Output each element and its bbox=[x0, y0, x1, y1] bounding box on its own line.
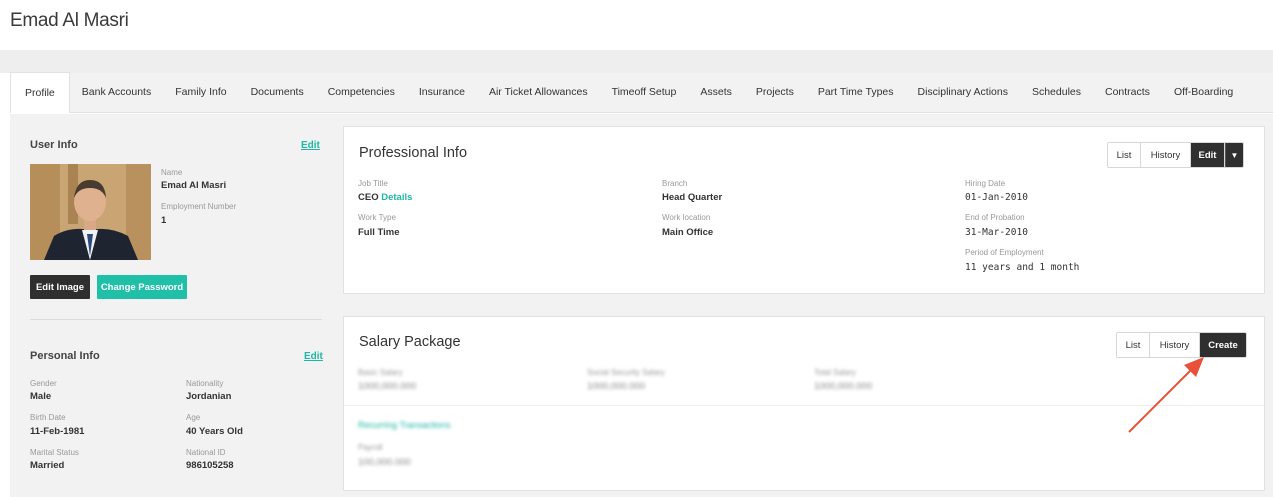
left-panel: User Info Edit Name Emad Al Masri Employ… bbox=[20, 126, 332, 497]
hiring-date-label: Hiring Date bbox=[965, 179, 1006, 188]
tab-bank-accounts[interactable]: Bank Accounts bbox=[70, 72, 163, 112]
age-label: Age bbox=[186, 413, 201, 422]
recurring-transactions-link[interactable]: Recurring Transactions bbox=[358, 420, 451, 430]
period-of-employment-value: 11 years and 1 month bbox=[965, 262, 1080, 273]
tab-off-boarding[interactable]: Off-Boarding bbox=[1162, 72, 1245, 112]
page-title: Emad Al Masri bbox=[10, 10, 129, 31]
avatar-image bbox=[30, 164, 151, 260]
professional-info-title: Professional Info bbox=[359, 145, 468, 161]
marital-status-label: Marital Status bbox=[30, 448, 79, 457]
work-type-label: Work Type bbox=[358, 213, 396, 222]
section-divider bbox=[30, 319, 322, 320]
payroll-value: 100,000.000 bbox=[358, 457, 411, 468]
tab-assets[interactable]: Assets bbox=[688, 72, 744, 112]
total-salary-label: Total Salary bbox=[814, 368, 856, 377]
profile-photo bbox=[30, 164, 151, 260]
work-location-value: Main Office bbox=[662, 227, 714, 238]
national-id-label: National ID bbox=[186, 448, 226, 457]
work-location-label: Work location bbox=[662, 213, 711, 222]
tab-insurance[interactable]: Insurance bbox=[407, 72, 477, 112]
hiring-date-value: 01-Jan-2010 bbox=[965, 192, 1028, 203]
employment-number-value: 1 bbox=[161, 215, 167, 226]
professional-info-card: Professional Info List History Edit ▼ Jo… bbox=[343, 126, 1265, 294]
national-id-value: 986105258 bbox=[186, 460, 234, 471]
name-value: Emad Al Masri bbox=[161, 180, 227, 191]
social-security-value: 1000,000.000 bbox=[587, 381, 646, 392]
payroll-label: Payroll bbox=[358, 443, 383, 452]
annotation-arrow-icon bbox=[1128, 357, 1204, 433]
job-title-value: CEO bbox=[358, 192, 379, 203]
birth-date-value: 11-Feb-1981 bbox=[30, 426, 85, 437]
tab-bar: Profile Bank Accounts Family Info Docume… bbox=[10, 72, 1273, 113]
end-of-probation-label: End of Probation bbox=[965, 213, 1025, 222]
user-info-heading: User Info bbox=[30, 139, 78, 151]
gender-value: Male bbox=[30, 391, 52, 402]
tab-profile[interactable]: Profile bbox=[10, 72, 70, 113]
marital-status-value: Married bbox=[30, 460, 65, 471]
chevron-down-icon[interactable]: ▼ bbox=[1225, 143, 1243, 167]
job-title-value-row: CEO Details bbox=[358, 192, 412, 203]
basic-salary-label: Basic Salary bbox=[358, 368, 403, 377]
header-band bbox=[0, 50, 1273, 73]
social-security-label: Social Security Salary bbox=[587, 368, 665, 377]
edit-button[interactable]: Edit bbox=[1191, 143, 1225, 167]
tab-family-info[interactable]: Family Info bbox=[163, 72, 238, 112]
basic-salary-value: 1000,000.000 bbox=[358, 381, 417, 392]
tab-part-time-types[interactable]: Part Time Types bbox=[806, 72, 906, 112]
total-salary-value: 1000,000.000 bbox=[814, 381, 873, 392]
create-button[interactable]: Create bbox=[1200, 333, 1246, 357]
tab-contracts[interactable]: Contracts bbox=[1093, 72, 1162, 112]
tab-projects[interactable]: Projects bbox=[744, 72, 806, 112]
details-link[interactable]: Details bbox=[381, 192, 412, 203]
list-button[interactable]: List bbox=[1108, 143, 1141, 167]
employment-number-label: Employment Number bbox=[161, 202, 237, 211]
period-of-employment-label: Period of Employment bbox=[965, 248, 1044, 257]
tab-disciplinary-actions[interactable]: Disciplinary Actions bbox=[906, 72, 1020, 112]
personal-info-edit-link[interactable]: Edit bbox=[304, 351, 323, 362]
change-password-button[interactable]: Change Password bbox=[97, 275, 187, 299]
work-type-value: Full Time bbox=[358, 227, 400, 238]
tab-competencies[interactable]: Competencies bbox=[316, 72, 407, 112]
age-value: 40 Years Old bbox=[186, 426, 243, 437]
birth-date-label: Birth Date bbox=[30, 413, 66, 422]
nationality-label: Nationality bbox=[186, 379, 224, 388]
tab-air-ticket-allowances[interactable]: Air Ticket Allowances bbox=[477, 72, 600, 112]
salary-package-title: Salary Package bbox=[359, 334, 461, 350]
history-button[interactable]: History bbox=[1150, 333, 1200, 357]
branch-label: Branch bbox=[662, 179, 688, 188]
job-title-label: Job Title bbox=[358, 179, 388, 188]
list-button[interactable]: List bbox=[1117, 333, 1150, 357]
personal-info-heading: Personal Info bbox=[30, 350, 100, 362]
branch-value: Head Quarter bbox=[662, 192, 723, 203]
tab-schedules[interactable]: Schedules bbox=[1020, 72, 1093, 112]
user-info-edit-link[interactable]: Edit bbox=[301, 140, 320, 151]
edit-image-button[interactable]: Edit Image bbox=[30, 275, 90, 299]
gender-label: Gender bbox=[30, 379, 57, 388]
name-label: Name bbox=[161, 168, 183, 177]
tab-documents[interactable]: Documents bbox=[239, 72, 316, 112]
end-of-probation-value: 31-Mar-2010 bbox=[965, 227, 1028, 238]
tab-timeoff-setup[interactable]: Timeoff Setup bbox=[600, 72, 689, 112]
professional-info-actions: List History Edit ▼ bbox=[1107, 142, 1244, 168]
history-button[interactable]: History bbox=[1141, 143, 1191, 167]
nationality-value: Jordanian bbox=[186, 391, 232, 402]
